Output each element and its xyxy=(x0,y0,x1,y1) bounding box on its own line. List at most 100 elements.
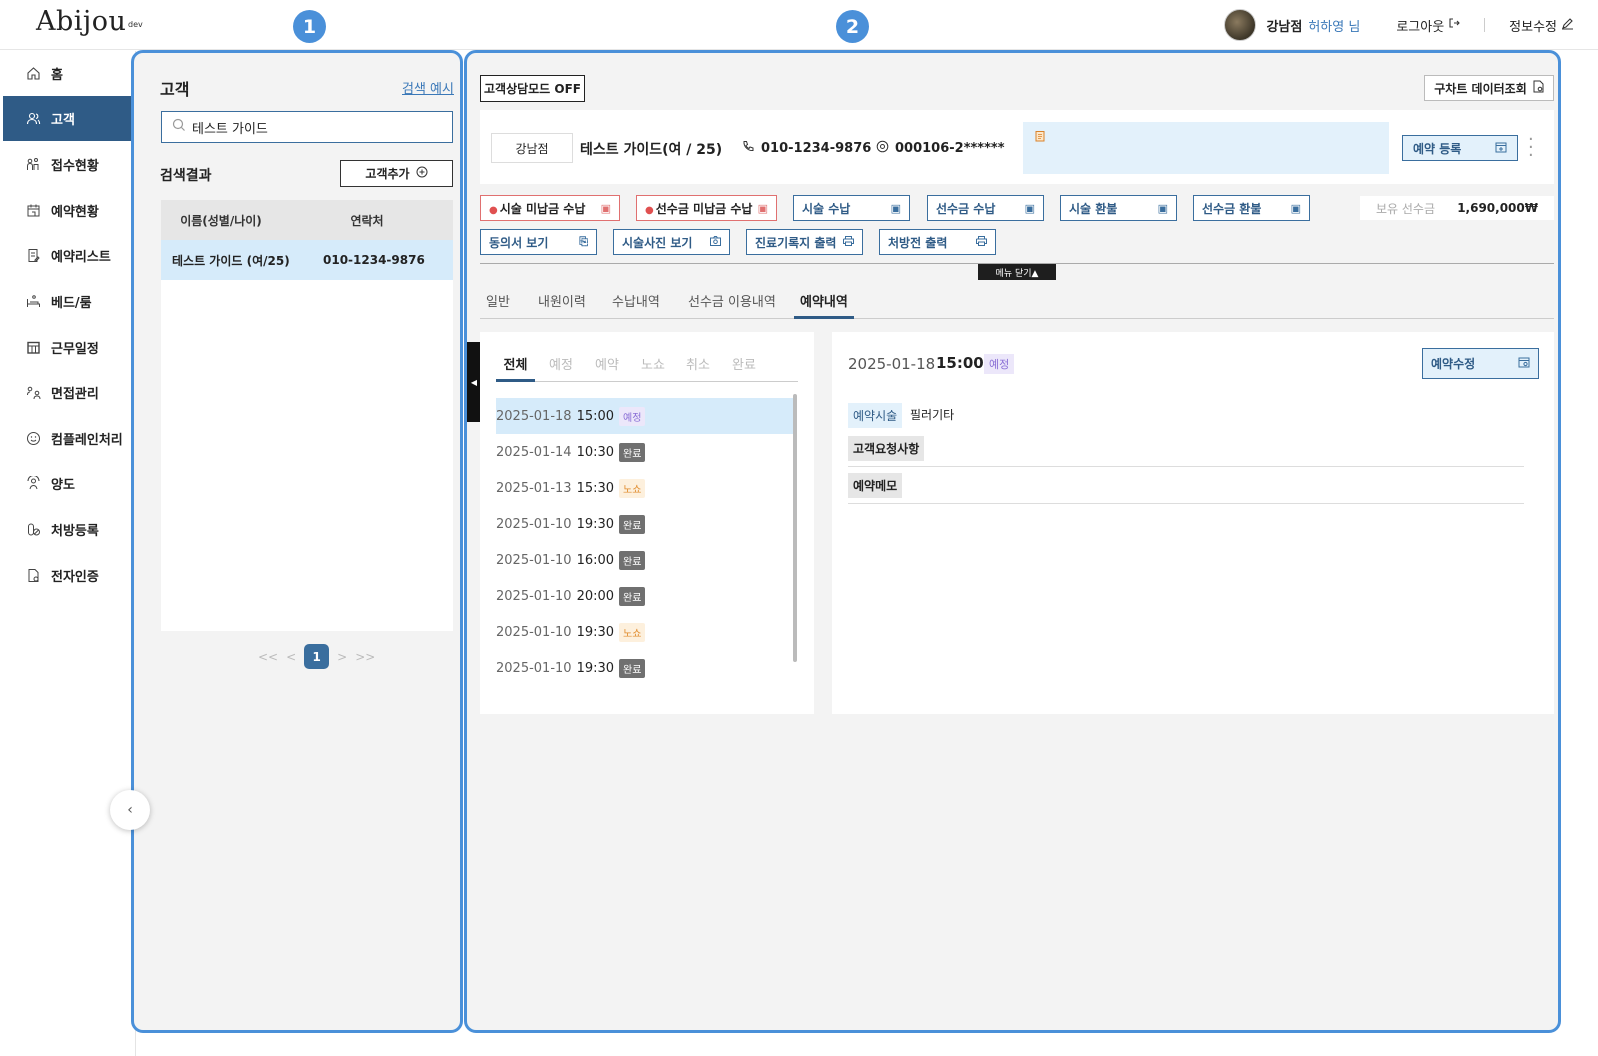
chevron-left-icon: ‹ xyxy=(127,802,133,818)
sidebar-item-label: 면접관리 xyxy=(51,387,99,402)
filter-completed[interactable]: 완료 xyxy=(732,354,756,382)
edit-info-button[interactable]: 정보수정 xyxy=(1509,16,1574,35)
sidebar-item-label: 고객 xyxy=(51,113,75,128)
filter-all[interactable]: 전체 xyxy=(496,354,535,382)
procedure-refund-button[interactable]: 시술 환불 ▣ xyxy=(1060,195,1177,221)
customer-panel-title: 고객 xyxy=(160,80,190,99)
old-chart-data-button[interactable]: 구차트 데이터조회 xyxy=(1424,75,1554,101)
action-label: 시술 수납 xyxy=(802,201,851,216)
action-label: 시술 환불 xyxy=(1069,201,1118,216)
add-customer-label: 고객추가 xyxy=(365,167,410,181)
reservation-detail-card: 2025-01-18 15:00 예정 예약수정 예약시술 필러기타 고객요청사… xyxy=(832,332,1554,714)
procedure-payment-button[interactable]: 시술 수납 ▣ xyxy=(793,195,910,221)
sidebar-item-bed-room[interactable]: 베드/룸 xyxy=(3,279,136,324)
status-badge: 완료 xyxy=(619,586,646,606)
transfer-icon xyxy=(25,476,41,492)
filter-scheduled[interactable]: 예정 xyxy=(549,354,573,382)
procedure-unpaid-payment-button[interactable]: ● 시술 미납금 수납 ▣ xyxy=(480,195,620,221)
view-photos-button[interactable]: 시술사진 보기 xyxy=(613,229,730,255)
wallet-icon: ▣ xyxy=(890,201,901,215)
list-scrollbar[interactable] xyxy=(793,394,797,662)
pager-last[interactable]: >> xyxy=(355,650,375,664)
search-example-link[interactable]: 검색 예시 xyxy=(402,78,454,97)
pagination: << < 1 > >> xyxy=(258,644,375,669)
sidebar-item-home[interactable]: 홈 xyxy=(3,51,136,96)
app-logo[interactable]: Abijou xyxy=(36,6,126,37)
annotation-badge-1: 1 xyxy=(293,10,326,43)
detail-tabs: 일반 내원이력 수납내역 선수금 이용내역 예약내역 xyxy=(480,286,1554,319)
filter-noshow[interactable]: 노쇼 xyxy=(641,354,665,382)
status-badge: 완료 xyxy=(619,442,646,462)
print-medical-record-button[interactable]: 진료기록지 출력 xyxy=(746,229,863,255)
panel-toggle-button[interactable]: ◀ xyxy=(467,342,481,422)
status-badge: 예정 xyxy=(984,354,1015,374)
logout-button[interactable]: 로그아웃 xyxy=(1396,16,1460,35)
list-item[interactable]: 2025-01-10 19:30 완료 xyxy=(496,506,796,542)
close-menu-button[interactable]: 메뉴 닫기▲ xyxy=(978,264,1056,280)
list-item[interactable]: 2025-01-13 15:30 노쇼 xyxy=(496,470,796,506)
pager-next[interactable]: > xyxy=(337,650,347,664)
list-item[interactable]: 2025-01-10 16:00 완료 xyxy=(496,542,796,578)
customer-id: 000106-2****** xyxy=(876,140,1005,157)
sidebar-item-label: 베드/룸 xyxy=(51,296,92,311)
status-badge: 완료 xyxy=(619,550,646,570)
register-reservation-button[interactable]: 예약 등록 xyxy=(1402,135,1518,161)
list-item[interactable]: 2025-01-18 15:00 예정 xyxy=(496,398,796,434)
bed-icon xyxy=(25,294,41,310)
sidebar-item-work-schedule[interactable]: 근무일정 xyxy=(3,325,136,370)
sidebar-item-reception[interactable]: 접수현황 xyxy=(3,142,136,187)
filter-cancelled[interactable]: 취소 xyxy=(686,354,710,382)
detail-date: 2025-01-18 xyxy=(848,355,936,373)
item-date: 2025-01-10 xyxy=(496,516,572,532)
action-label: 시술 미납금 수납 xyxy=(499,201,586,216)
list-item[interactable]: 2025-01-10 19:30 노쇼 xyxy=(496,614,796,650)
tab-visit-history[interactable]: 내원이력 xyxy=(538,286,586,319)
sidebar-item-customers[interactable]: 고객 xyxy=(3,96,136,141)
item-time: 19:30 xyxy=(576,660,615,676)
sidebar-item-certificate[interactable]: 전자인증 xyxy=(3,553,136,598)
sidebar-item-label: 홈 xyxy=(51,68,63,83)
item-time: 10:30 xyxy=(576,444,615,460)
search-input[interactable] xyxy=(192,119,442,135)
sidebar-item-complaints[interactable]: 컴플레인처리 xyxy=(3,416,136,461)
home-icon xyxy=(25,66,41,82)
filter-reserved[interactable]: 예약 xyxy=(595,354,619,382)
phone-icon xyxy=(742,140,755,157)
consultation-mode-toggle[interactable]: 고객상담모드 OFF xyxy=(480,75,585,102)
sidebar-item-interview[interactable]: 면접관리 xyxy=(3,370,136,415)
prepaid-payment-button[interactable]: 선수금 수납 ▣ xyxy=(927,195,1044,221)
sidebar-item-prescription[interactable]: 처방등록 xyxy=(3,507,136,552)
item-date: 2025-01-10 xyxy=(496,624,572,640)
logout-icon xyxy=(1448,17,1460,33)
sidebar-item-reservation-status[interactable]: 예약현황 xyxy=(3,188,136,233)
sidebar-item-reservation-list[interactable]: 예약리스트 xyxy=(3,233,136,278)
list-item[interactable]: 2025-01-10 20:00 완료 xyxy=(496,578,796,614)
avatar[interactable] xyxy=(1224,9,1257,41)
camera-icon xyxy=(710,235,721,249)
prepaid-unpaid-payment-button[interactable]: ● 선수금 미납금 수납 ▣ xyxy=(636,195,777,221)
item-date: 2025-01-18 xyxy=(496,408,572,424)
print-prescription-button[interactable]: 처방전 출력 xyxy=(879,229,996,255)
list-item[interactable]: 2025-01-14 10:30 완료 xyxy=(496,434,796,470)
pager-first[interactable]: << xyxy=(258,650,278,664)
add-customer-button[interactable]: 고객추가 xyxy=(340,160,453,187)
table-row[interactable]: 테스트 가이드 (여/25) 010-1234-9876 xyxy=(161,240,453,280)
customer-search-box[interactable] xyxy=(161,111,453,143)
tab-general[interactable]: 일반 xyxy=(486,286,510,319)
list-item[interactable]: 2025-01-10 19:30 완료 xyxy=(496,650,796,686)
customer-memo-area[interactable] xyxy=(1023,122,1389,174)
sidebar-item-transfer[interactable]: 양도 xyxy=(3,461,136,506)
prepaid-refund-button[interactable]: 선수금 환불 ▣ xyxy=(1193,195,1310,221)
reservation-list: 2025-01-18 15:00 예정 2025-01-14 10:30 완료 2025… xyxy=(496,398,796,686)
more-options-icon[interactable]: · · · xyxy=(1528,131,1534,165)
procedure-value: 필러기타 xyxy=(910,408,955,422)
pager-prev[interactable]: < xyxy=(286,650,296,664)
view-consent-button[interactable]: 동의서 보기 ⎘ xyxy=(480,229,597,255)
collapse-sidebar-button[interactable]: ‹ xyxy=(110,790,150,830)
pager-current-page[interactable]: 1 xyxy=(304,644,330,669)
edit-reservation-button[interactable]: 예약수정 xyxy=(1422,348,1539,379)
tab-payment-history[interactable]: 수납내역 xyxy=(612,286,660,319)
tab-reservation-history[interactable]: 예약내역 xyxy=(794,286,854,319)
tab-prepaid-usage[interactable]: 선수금 이용내역 xyxy=(688,286,776,319)
wallet-icon: ▣ xyxy=(1290,201,1301,215)
